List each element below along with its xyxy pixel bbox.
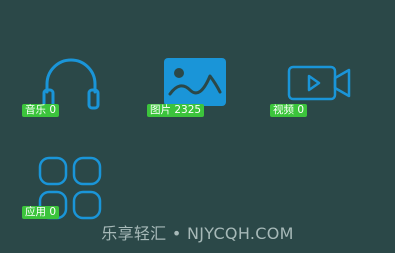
tile-pictures[interactable]: 图片 2325 [143,50,243,140]
video-camera-icon [287,64,353,102]
apps-count-label: 应用 0 [22,206,60,219]
watermark-text: 乐享轻汇 • NJYCQH.COM [101,224,294,243]
pictures-count-label: 图片 2325 [147,104,205,117]
tile-music[interactable]: 音乐 0 [18,50,118,140]
tile-videos[interactable]: 视频 0 [266,50,366,140]
music-count-label: 音乐 0 [22,104,60,117]
image-icon [164,58,226,106]
videos-count-label: 视频 0 [270,104,308,117]
